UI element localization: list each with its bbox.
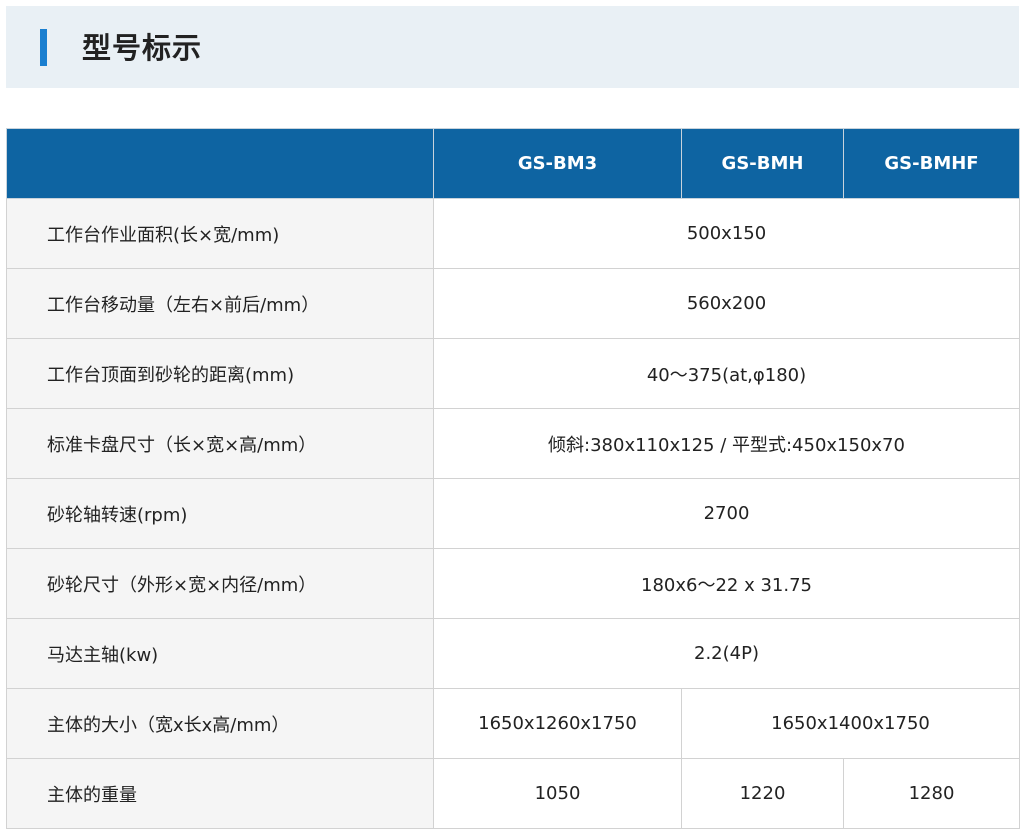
row-value: 180x6～22 x 31.75 (433, 548, 1020, 619)
table-header-row: GS-BM3 GS-BMH GS-BMHF (6, 128, 1020, 199)
header-model-gs-bmhf: GS-BMHF (843, 128, 1020, 199)
row-value-gs-bmhf: 1280 (843, 758, 1020, 829)
row-value: 500x150 (433, 198, 1020, 269)
row-label: 马达主轴(kw) (6, 618, 434, 689)
row-value-gs-bm3: 1050 (433, 758, 682, 829)
header-blank-cell (6, 128, 434, 199)
table-row: 标准卡盘尺寸（长×宽×高/mm） 倾斜:380x110x125 / 平型式:45… (6, 408, 1020, 479)
section-title: 型号标示 (82, 31, 203, 65)
section-title-bar: 型号标示 (6, 6, 1019, 88)
table-row: 砂轮轴转速(rpm) 2700 (6, 478, 1020, 549)
table-row: 砂轮尺寸（外形×宽×内径/mm） 180x6～22 x 31.75 (6, 548, 1020, 619)
row-value-gs-bmh: 1220 (681, 758, 844, 829)
table-row: 主体的大小（宽x长x高/mm） 1650x1260x1750 1650x1400… (6, 688, 1020, 759)
table-row: 工作台顶面到砂轮的距离(mm) 40～375(at,φ180) (6, 338, 1020, 409)
table-row: 工作台作业面积(长×宽/mm) 500x150 (6, 198, 1020, 269)
title-accent-bar (40, 29, 47, 66)
row-label: 工作台顶面到砂轮的距离(mm) (6, 338, 434, 409)
header-model-gs-bm3: GS-BM3 (433, 128, 682, 199)
row-value: 40～375(at,φ180) (433, 338, 1020, 409)
row-label: 砂轮轴转速(rpm) (6, 478, 434, 549)
row-value: 2700 (433, 478, 1020, 549)
row-label: 主体的重量 (6, 758, 434, 829)
row-value-gs-bm3: 1650x1260x1750 (433, 688, 682, 759)
row-value-gs-bmh-bmhf: 1650x1400x1750 (681, 688, 1020, 759)
table-row: 马达主轴(kw) 2.2(4P) (6, 618, 1020, 689)
row-value: 倾斜:380x110x125 / 平型式:450x150x70 (433, 408, 1020, 479)
row-label: 标准卡盘尺寸（长×宽×高/mm） (6, 408, 434, 479)
row-label: 主体的大小（宽x长x高/mm） (6, 688, 434, 759)
header-model-gs-bmh: GS-BMH (681, 128, 844, 199)
row-value: 2.2(4P) (433, 618, 1020, 689)
row-label: 砂轮尺寸（外形×宽×内径/mm） (6, 548, 434, 619)
spec-table: GS-BM3 GS-BMH GS-BMHF 工作台作业面积(长×宽/mm) 50… (6, 128, 1020, 829)
row-label: 工作台移动量（左右×前后/mm） (6, 268, 434, 339)
table-row: 主体的重量 1050 1220 1280 (6, 758, 1020, 829)
table-row: 工作台移动量（左右×前后/mm） 560x200 (6, 268, 1020, 339)
row-label: 工作台作业面积(长×宽/mm) (6, 198, 434, 269)
row-value: 560x200 (433, 268, 1020, 339)
